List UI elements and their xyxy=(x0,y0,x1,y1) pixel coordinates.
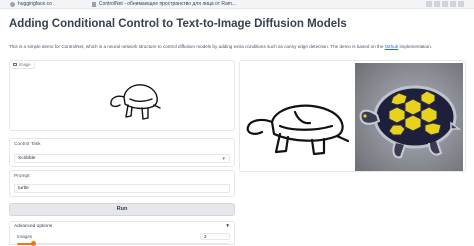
gallery-generated-image[interactable] xyxy=(355,63,463,171)
control-task-select[interactable]: Scribble ▾ xyxy=(14,154,230,163)
advanced-options-accordion: Advanced options ▼ Images 2 xyxy=(9,221,235,246)
turtle-scribble-input xyxy=(110,84,161,120)
browser-tab-bar: huggingface.co ControlNet - обнимающее п… xyxy=(0,0,474,9)
page-title: Adding Conditional Control to Text-to-Im… xyxy=(9,18,347,30)
output-gallery xyxy=(239,60,466,172)
prompt-label: Prompt xyxy=(14,174,30,179)
run-button[interactable]: Run xyxy=(9,203,235,216)
control-task-field: Control Task Scribble ▾ xyxy=(9,138,235,167)
toolbar-icons xyxy=(426,1,464,7)
images-number-input[interactable]: 2 xyxy=(200,233,230,240)
extension-icon[interactable] xyxy=(426,1,432,7)
image-icon xyxy=(13,63,17,66)
extension-icon[interactable] xyxy=(458,1,464,7)
images-label: Images xyxy=(17,234,33,239)
turtle-render xyxy=(359,85,462,159)
chevron-down-icon: ▾ xyxy=(222,156,225,162)
prompt-field: Prompt turtle xyxy=(9,170,235,197)
extension-icon[interactable] xyxy=(442,1,448,7)
control-task-value: Scribble xyxy=(18,156,36,161)
triangle-down-icon[interactable]: ▼ xyxy=(225,224,230,229)
images-value: 2 xyxy=(204,234,207,239)
prompt-input[interactable]: turtle xyxy=(14,184,230,193)
control-task-label: Control Task xyxy=(14,142,41,147)
lock-icon xyxy=(10,1,15,7)
image-input-panel[interactable]: Image xyxy=(9,60,235,131)
browser-host[interactable]: huggingface.co xyxy=(18,1,52,7)
extension-icon[interactable] xyxy=(450,1,456,7)
extension-icon[interactable] xyxy=(434,1,440,7)
images-slider-handle[interactable] xyxy=(31,241,37,246)
advanced-options-toggle[interactable]: Advanced options xyxy=(14,224,52,229)
gallery-scribble-image[interactable] xyxy=(240,96,352,158)
page-description: This is a simple demo for ControlNet, wh… xyxy=(9,44,432,49)
page-icon xyxy=(91,1,96,7)
prompt-value: turtle xyxy=(18,186,29,191)
image-label: Image xyxy=(19,62,31,67)
github-link[interactable]: Github xyxy=(385,44,399,49)
browser-tab-title[interactable]: ControlNet - обнимающее пространство для… xyxy=(99,1,236,7)
image-label-chip: Image xyxy=(12,62,35,69)
description-text-end: implementation. xyxy=(398,44,432,49)
description-text: This is a simple demo for ControlNet, wh… xyxy=(9,44,385,49)
